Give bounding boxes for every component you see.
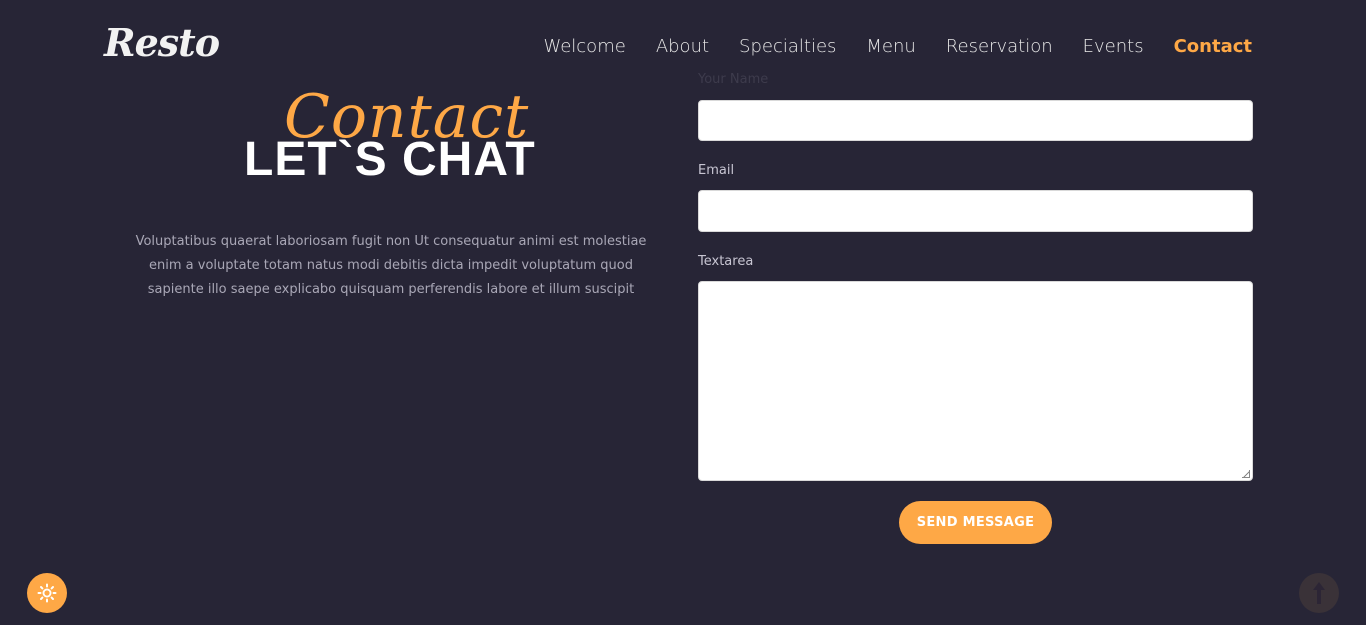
message-textarea[interactable] (698, 281, 1253, 481)
scroll-to-top-button[interactable] (1299, 573, 1339, 613)
nav-welcome[interactable]: Welcome (543, 36, 625, 57)
send-message-button[interactable]: SEND MESSAGE (899, 501, 1052, 544)
resize-handle-icon[interactable] (1242, 470, 1250, 478)
section-title: LET`S CHAT (244, 133, 536, 186)
nav-specialties[interactable]: Specialties (739, 36, 836, 57)
name-label: Your Name (698, 72, 769, 87)
nav-about[interactable]: About (656, 36, 709, 57)
email-input[interactable] (698, 190, 1253, 232)
nav-contact[interactable]: Contact (1174, 36, 1252, 57)
nav-reservation[interactable]: Reservation (946, 36, 1053, 57)
nav-events[interactable]: Events (1083, 36, 1144, 57)
logo[interactable]: Resto (104, 20, 220, 65)
sun-icon (37, 583, 57, 603)
name-input[interactable] (698, 100, 1253, 141)
textarea-label: Textarea (698, 254, 754, 269)
arrow-up-icon (1313, 582, 1325, 604)
email-label: Email (698, 163, 735, 178)
theme-toggle-button[interactable] (27, 573, 67, 613)
main-nav: Welcome About Specialties Menu Reservati… (543, 36, 1252, 57)
nav-menu[interactable]: Menu (866, 36, 915, 57)
section-description: Voluptatibus quaerat laboriosam fugit no… (135, 234, 647, 297)
